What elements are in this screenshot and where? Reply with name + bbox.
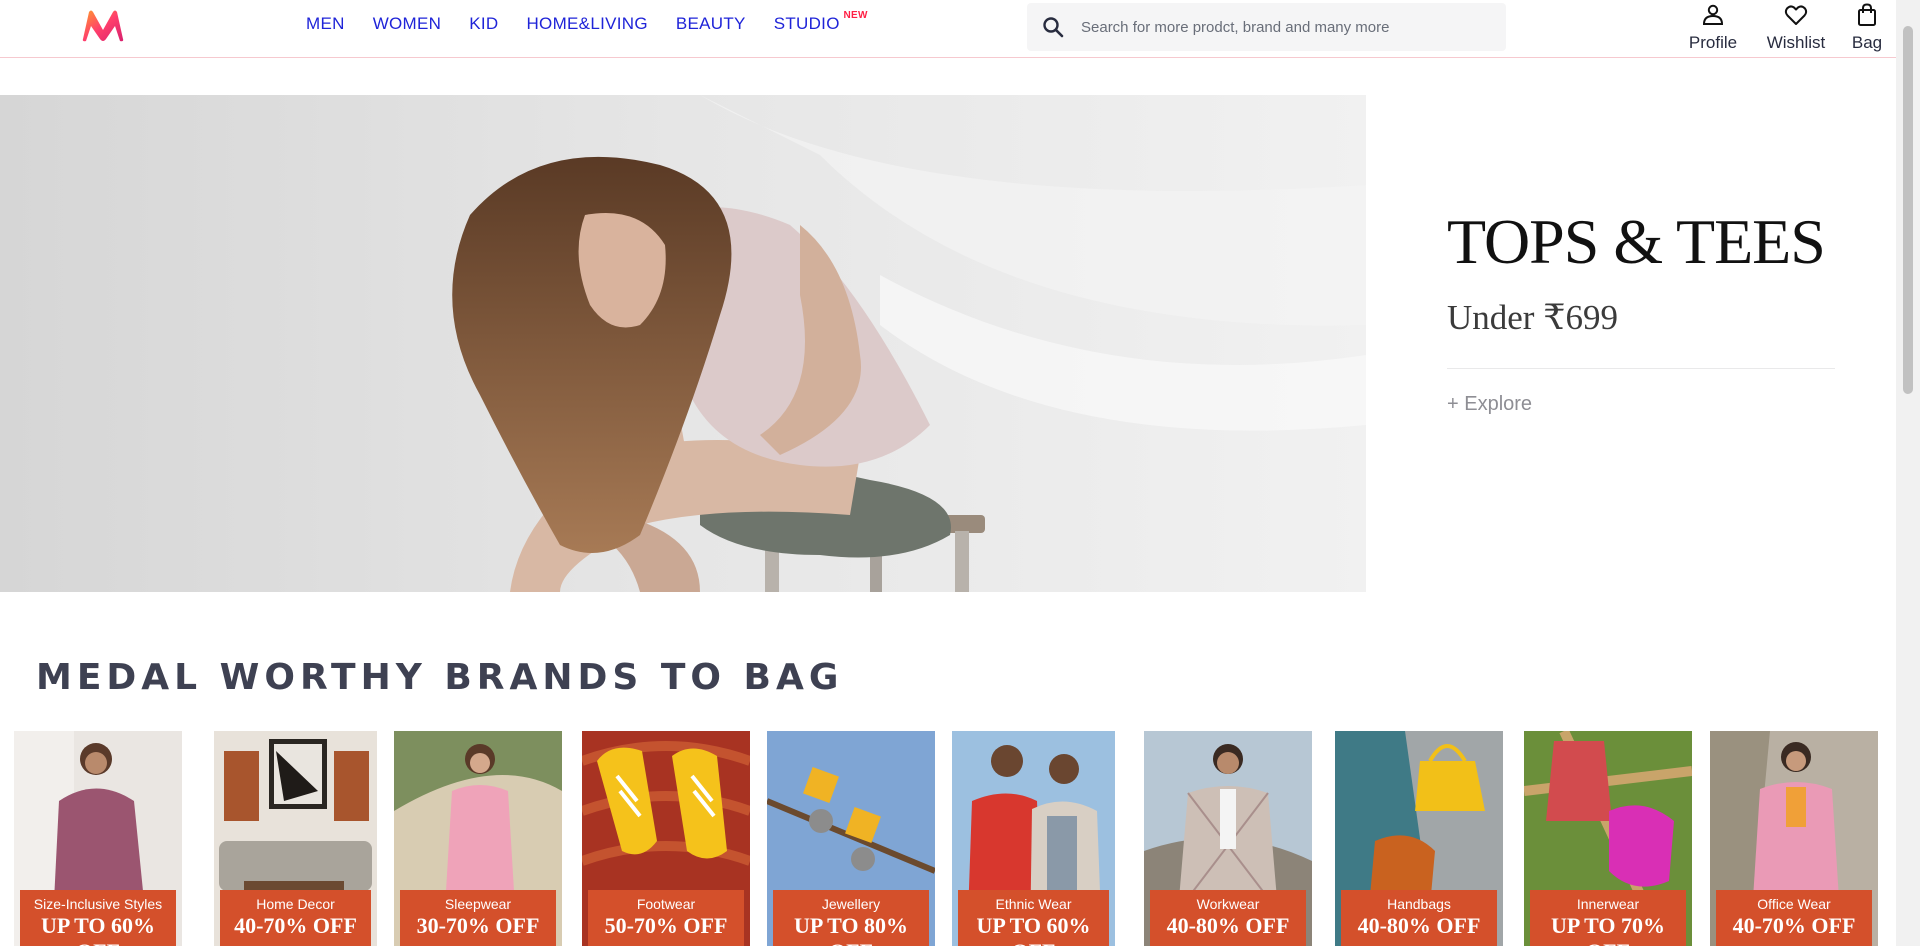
card-workwear[interactable]: Workwear 40-80% OFF [1144,731,1312,946]
hero-photo [0,95,1366,592]
search-input[interactable] [1079,17,1503,37]
top-header: MEN WOMEN KID HOME&LIVING BEAUTY STUDIO … [0,0,1896,58]
card-label: Home Decor [256,896,335,912]
bag-button[interactable]: Bag [1840,2,1894,53]
divider [1447,368,1835,369]
card-offer: UP TO 80% OFF [793,913,909,946]
search-icon[interactable] [1041,15,1065,39]
card-offer: 30-70% OFF [416,913,540,938]
card-label: Footwear [636,896,696,912]
card-badge: Ethnic Wear UP TO 60% OFF [958,890,1109,946]
nav-beauty[interactable]: BEAUTY [676,14,746,34]
card-home-decor[interactable]: Home Decor 40-70% OFF [214,731,377,946]
profile-button[interactable]: Profile [1676,2,1750,53]
nav-men[interactable]: MEN [306,14,345,34]
explore-link[interactable]: + Explore [1447,393,1532,416]
card-label: Office Wear [1757,896,1831,912]
card-label: Size-Inclusive Styles [33,896,163,912]
card-label: Handbags [1387,896,1451,912]
card-handbags[interactable]: Handbags 40-80% OFF [1335,731,1503,946]
search-bar[interactable] [1027,3,1506,51]
card-ethnic-wear[interactable]: Ethnic Wear UP TO 60% OFF [952,731,1115,946]
nav-studio-label: STUDIO [773,14,840,33]
section-title: MEDAL WORTHY BRANDS TO BAG [36,657,844,698]
hero-banner-image[interactable] [0,95,1366,592]
nav-women[interactable]: WOMEN [373,14,442,34]
card-badge: Sleepwear 30-70% OFF [400,890,556,946]
card-size-inclusive[interactable]: Size-Inclusive Styles UP TO 60% OFF [14,731,182,946]
card-offer: UP TO 70% OFF [1550,913,1666,946]
card-innerwear[interactable]: Innerwear UP TO 70% OFF [1524,731,1692,946]
card-offer: UP TO 60% OFF [40,913,156,946]
card-offer: UP TO 60% OFF [976,913,1091,946]
card-label: Workwear [1196,896,1260,912]
card-offer: 40-80% OFF [1357,913,1481,938]
card-offer: 40-80% OFF [1166,913,1290,938]
card-footwear[interactable]: Footwear 50-70% OFF [582,731,750,946]
nav-home-living[interactable]: HOME&LIVING [526,14,647,34]
main-nav: MEN WOMEN KID HOME&LIVING BEAUTY STUDIO … [306,10,868,34]
nav-kid[interactable]: KID [469,14,498,34]
nav-studio[interactable]: STUDIO NEW [773,10,868,34]
myntra-logo[interactable] [80,8,126,42]
card-sleepwear[interactable]: Sleepwear 30-70% OFF [394,731,562,946]
card-jewellery[interactable]: Jewellery UP TO 80% OFF [767,731,935,946]
card-badge: Size-Inclusive Styles UP TO 60% OFF [20,890,176,946]
person-icon [1702,4,1724,25]
brand-cards: Size-Inclusive Styles UP TO 60% OFF Home… [0,731,1896,946]
wishlist-button[interactable]: Wishlist [1754,2,1838,53]
card-badge: Footwear 50-70% OFF [588,890,744,946]
bag-label: Bag [1851,33,1883,52]
card-label: Ethnic Wear [995,896,1072,912]
hero-title: TOPS & TEES [1447,206,1826,277]
card-label: Sleepwear [444,896,512,912]
card-badge: Handbags 40-80% OFF [1341,890,1497,946]
card-office-wear[interactable]: Office Wear 40-70% OFF [1710,731,1878,946]
wishlist-label: Wishlist [1766,33,1826,52]
bag-icon [1858,3,1876,26]
page-scrollbar[interactable] [1896,0,1920,946]
profile-label: Profile [1688,33,1738,52]
hero-subtitle: Under ₹699 [1447,298,1618,337]
hero-text: TOPS & TEES Under ₹699 + Explore [1447,210,1835,416]
card-badge: Innerwear UP TO 70% OFF [1530,890,1686,946]
new-badge: NEW [843,10,868,21]
card-badge: Jewellery UP TO 80% OFF [773,890,929,946]
card-badge: Home Decor 40-70% OFF [220,890,371,946]
card-offer: 40-70% OFF [234,913,357,938]
card-badge: Office Wear 40-70% OFF [1716,890,1872,946]
card-label: Innerwear [1576,896,1640,912]
card-offer: 40-70% OFF [1732,913,1856,938]
card-badge: Workwear 40-80% OFF [1150,890,1306,946]
card-label: Jewellery [821,896,881,912]
scroll-thumb[interactable] [1903,26,1913,394]
card-offer: 50-70% OFF [604,913,728,938]
heart-icon [1784,5,1808,25]
